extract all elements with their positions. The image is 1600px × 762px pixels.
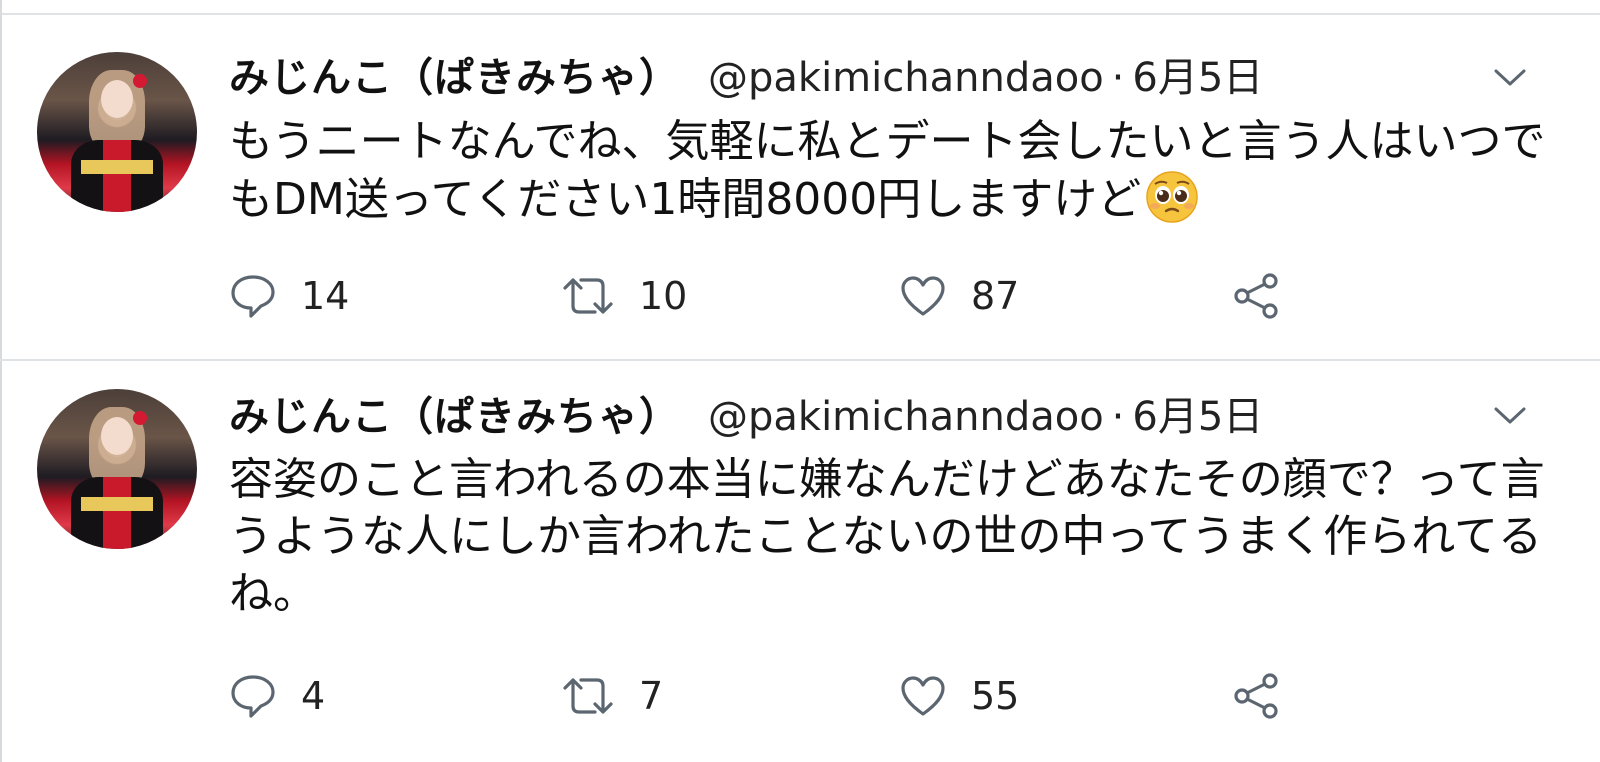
share-icon [1234, 673, 1278, 719]
tweet-date[interactable]: 6月5日 [1132, 394, 1263, 440]
pleading-face-emoji-icon [1146, 171, 1199, 223]
retweet-count: 7 [639, 674, 664, 718]
display-name[interactable]: みじんこ（ぱきみちゃ） [229, 394, 680, 440]
share-icon [1234, 273, 1278, 319]
heart-icon [901, 676, 945, 716]
avatar-kimono [71, 140, 163, 212]
reply-count: 4 [301, 674, 326, 718]
separator-dot: · [1111, 394, 1125, 440]
like-button[interactable]: 55 [899, 671, 1019, 721]
user-handle[interactable]: @pakimichanndaoo [708, 394, 1104, 440]
like-count: 87 [971, 274, 1020, 318]
reply-icon [231, 275, 275, 318]
avatar-obi [81, 160, 153, 174]
separator-dot: · [1111, 55, 1125, 101]
tweet-header: みじんこ（ぱきみちゃ） @pakimichanndaoo · 6月5日 [229, 391, 1263, 443]
tweet-date[interactable]: 6月5日 [1132, 55, 1263, 101]
heart-icon [901, 276, 945, 316]
share-button[interactable] [1232, 671, 1280, 721]
share-button[interactable] [1232, 271, 1280, 321]
avatar-face [101, 417, 133, 455]
like-count: 55 [971, 674, 1020, 718]
reply-button[interactable]: 14 [229, 271, 349, 321]
tweet-text-content: 容姿のこと言われるの本当に嫌なんだけどあなたその顔で？って言うような人にしか言わ… [229, 454, 1545, 619]
avatar-flower [133, 411, 147, 425]
reply-button[interactable]: 4 [229, 671, 325, 721]
reply-icon [231, 675, 275, 718]
retweet-button[interactable]: 10 [561, 271, 687, 321]
tweet-text-content: もうニートなんでね、気軽に私とデート会したいと言う人はいつでもDM送ってください… [229, 116, 1546, 225]
retweet-button[interactable]: 7 [561, 671, 663, 721]
avatar[interactable] [37, 389, 197, 549]
chevron-down-icon[interactable] [1493, 67, 1527, 89]
avatar-obi [81, 497, 153, 511]
user-handle[interactable]: @pakimichanndaoo [708, 55, 1104, 101]
chevron-down-icon[interactable] [1493, 405, 1527, 427]
tweet-header: みじんこ（ぱきみちゃ） @pakimichanndaoo · 6月5日 [229, 52, 1263, 104]
reply-count: 14 [301, 274, 350, 318]
avatar-kimono [71, 477, 163, 549]
tweet-text: 容姿のこと言われるの本当に嫌なんだけどあなたその顔で？って言うような人にしか言わ… [229, 451, 1569, 622]
retweet-count: 10 [639, 274, 688, 318]
tweet-actions: 14 10 87 [229, 271, 1329, 321]
tweet-text: もうニートなんでね、気軽に私とデート会したいと言う人はいつでもDM送ってください… [229, 113, 1569, 228]
tweet-card[interactable]: みじんこ（ぱきみちゃ） @pakimichanndaoo · 6月5日 もうニートなん… [0, 15, 1600, 361]
avatar-flower [133, 74, 147, 88]
display-name[interactable]: みじんこ（ぱきみちゃ） [229, 55, 680, 101]
like-button[interactable]: 87 [899, 271, 1019, 321]
tweet-actions: 4 7 55 [229, 671, 1329, 721]
retweet-icon [563, 678, 613, 714]
avatar-face [101, 80, 133, 118]
tweet-card[interactable]: みじんこ（ぱきみちゃ） @pakimichanndaoo · 6月5日 容姿のこと言わ… [0, 361, 1600, 762]
avatar[interactable] [37, 52, 197, 212]
retweet-icon [563, 278, 613, 314]
